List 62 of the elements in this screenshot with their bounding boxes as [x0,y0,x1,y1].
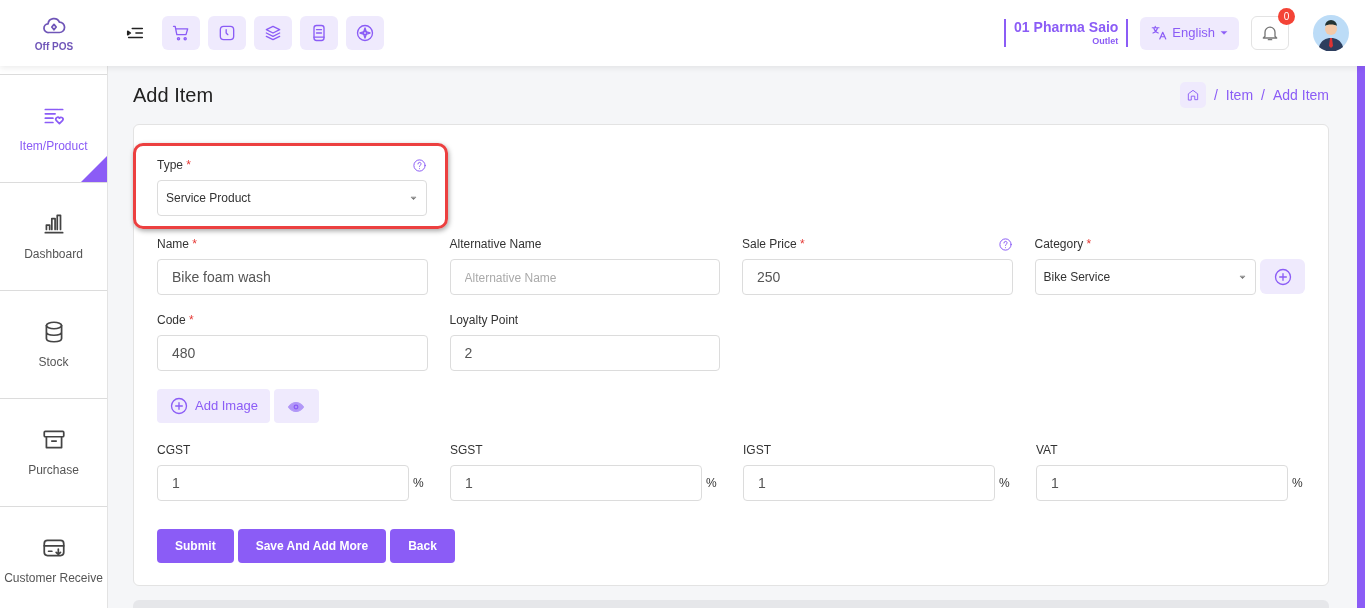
unit-label: % [706,475,718,493]
input-field[interactable]: Bike foam wash [157,259,428,296]
document-button[interactable] [300,16,338,51]
unit-label: % [413,475,425,493]
add-category-button[interactable] [1260,259,1305,295]
field-label: Sale Price * [742,236,805,254]
unit-label: % [999,475,1011,493]
input-field[interactable]: 1 [157,465,409,502]
breadcrumb-link[interactable]: Add Item [1272,84,1329,106]
select-field[interactable]: Service Product [157,180,427,217]
sidebar-item[interactable]: Stock [0,290,107,399]
form-button[interactable]: Submit [157,529,234,564]
sidebar-item[interactable]: Dashboard [0,182,107,291]
field-label: VAT [1036,442,1058,460]
sidebar-item[interactable]: Customer Receive [0,506,107,608]
field-label: CGST [157,442,191,460]
avatar-icon[interactable] [1313,15,1349,52]
input-field[interactable]: 2 [449,335,720,372]
input-field[interactable]: 480 [157,335,428,372]
active-corner-marker [81,156,107,183]
add-image-button[interactable]: Add Image [157,389,270,424]
page-title: Add Item [133,83,214,109]
plus-circle-icon [169,396,189,417]
select-field[interactable]: Bike Service [1034,259,1256,296]
field-label: Code * [157,312,194,330]
field-label: Loyalty Point [449,312,519,330]
input-field[interactable]: 1 [450,465,702,502]
home-icon [1185,88,1200,103]
sidebar-item[interactable]: Purchase [0,398,107,507]
field-label: Category * [1034,236,1092,254]
breadcrumb-separator: / [1261,85,1265,105]
plus-circle-icon [1272,266,1293,287]
outlet-label: Outlet [1091,36,1119,47]
field-label: SGST [450,442,483,460]
language-dropdown[interactable]: English [1140,16,1239,50]
form-button[interactable]: Save And Add More [237,529,387,564]
logo-text: Off POS [34,39,74,54]
form-button[interactable]: Back [390,529,455,564]
clock-button[interactable] [208,16,246,51]
outlet-name: 01 Pharma Saio [1014,19,1119,37]
layers-button[interactable] [254,16,292,51]
field-label: Name * [157,236,198,254]
sidebar-item[interactable]: Item/Product [0,74,107,183]
cart-icon [171,23,191,44]
input-field[interactable]: 1 [1036,465,1288,502]
notification-count: 0 [1278,8,1295,26]
breadcrumb-separator: / [1213,85,1218,105]
unit-label: % [1292,475,1304,493]
scrollbar[interactable] [1357,66,1365,608]
compass-icon [355,23,375,44]
compass-button[interactable] [346,16,384,51]
field-label: Type * [157,157,192,175]
home-link[interactable] [1179,82,1206,109]
field-label: IGST [743,442,771,460]
input-field[interactable]: Alternative Name [449,259,720,296]
input-field[interactable]: 1 [743,465,995,502]
preview-button[interactable] [273,389,319,424]
translate-icon [1150,24,1169,43]
input-field[interactable]: 250 [742,259,1013,296]
breadcrumb-link[interactable]: Item [1225,84,1254,106]
field-label: Alternative Name [449,236,542,254]
cart-button[interactable] [162,16,200,51]
